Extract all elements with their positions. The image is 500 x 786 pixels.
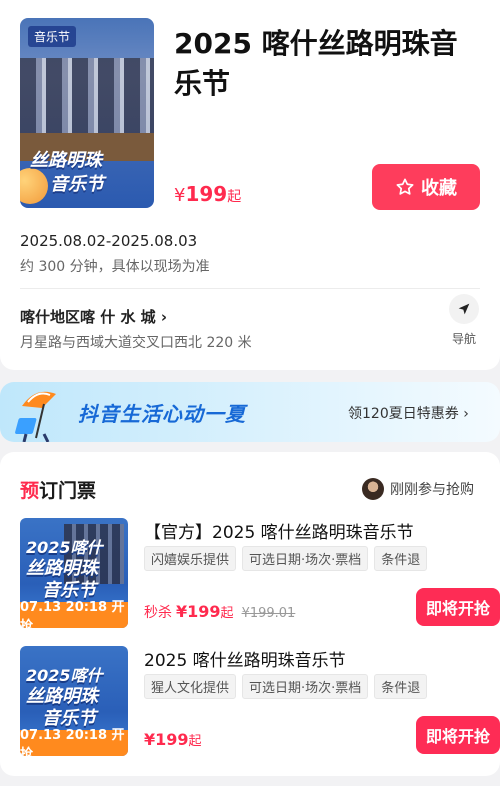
price-currency: ¥ bbox=[176, 602, 188, 621]
planet-icon bbox=[20, 168, 48, 204]
poster-artists bbox=[20, 58, 154, 138]
ticket-tag: 条件退 bbox=[374, 674, 428, 699]
section-title-rest: 订门票 bbox=[39, 480, 97, 502]
navigation-arrow-icon bbox=[449, 294, 479, 324]
event-date: 2025.08.02-2025.08.03 bbox=[20, 232, 198, 250]
ticket-price: ¥199起 bbox=[144, 730, 202, 749]
favorite-label: 收藏 bbox=[421, 178, 457, 199]
social-proof: 刚刚参与抢购 bbox=[362, 478, 474, 500]
ticket-tag: 可选日期·场次·票档 bbox=[242, 546, 369, 571]
ticket-tag: 条件退 bbox=[374, 546, 428, 571]
chevron-right-icon: › bbox=[463, 406, 469, 422]
buy-button[interactable]: 即将开抢 bbox=[416, 716, 500, 754]
ticket-name: 【官方】2025 喀什丝路明珠音乐节 bbox=[144, 523, 414, 543]
navigate-label: 导航 bbox=[451, 332, 476, 346]
promo-banner[interactable]: 抖音生活心动一夏 领120夏日特惠券 › bbox=[0, 382, 500, 442]
favorite-button[interactable]: 收藏 bbox=[372, 164, 480, 210]
beach-chair-icon bbox=[15, 391, 56, 442]
ticket-item[interactable]: 2025喀什 丝路明珠 音乐节 07.13 20:18 开抢 【官方】2025 … bbox=[20, 518, 500, 628]
star-icon bbox=[396, 178, 414, 195]
social-text: 刚刚参与抢购 bbox=[390, 482, 474, 498]
price-value: 199 bbox=[187, 602, 221, 621]
banner-title: 抖音生活心动一夏 bbox=[78, 402, 246, 426]
coupon-link[interactable]: 领120夏日特惠券 › bbox=[348, 403, 469, 423]
avatar bbox=[362, 478, 384, 500]
ticket-tag: 可选日期·场次·票档 bbox=[242, 674, 369, 699]
sale-time-badge: 07.13 20:18 开抢 bbox=[20, 728, 128, 756]
ticket-tag: 猩人文化提供 bbox=[144, 674, 237, 699]
poster-tag: 音乐节 bbox=[28, 26, 77, 47]
buy-button[interactable]: 即将开抢 bbox=[416, 588, 500, 626]
ticket-thumbnail: 2025喀什 丝路明珠 音乐节 07.13 20:18 开抢 bbox=[20, 646, 128, 756]
tickets-section: 预订门票 刚刚参与抢购 2025喀什 丝路明珠 音乐节 07.13 20:18 … bbox=[0, 452, 500, 776]
chevron-right-icon: › bbox=[160, 308, 168, 326]
price-currency: ¥ bbox=[174, 185, 186, 206]
coupon-link-label: 领120夏日特惠券 bbox=[348, 406, 459, 422]
price-suffix: 起 bbox=[220, 606, 234, 621]
price-value: 199 bbox=[155, 730, 189, 749]
event-duration: 约 300 分钟，具体以现场为准 bbox=[20, 259, 210, 275]
price-value: 199 bbox=[185, 182, 228, 206]
ticket-tags: 闪嬉娱乐提供 可选日期·场次·票档 条件退 bbox=[144, 546, 428, 571]
flash-sale-label: 秒杀 bbox=[144, 605, 172, 621]
event-price: ¥199起 bbox=[174, 182, 241, 206]
product-card: 音乐节 丝路明珠 音乐节 2025 喀什丝路明珠音乐节 ¥199起 收藏 202… bbox=[0, 0, 500, 370]
venue-name: 喀什地区喀 什 水 城 bbox=[20, 308, 156, 326]
price-suffix: 起 bbox=[188, 734, 202, 749]
section-title-first: 预 bbox=[20, 480, 40, 502]
section-title: 预订门票 bbox=[20, 476, 96, 503]
event-title: 2025 喀什丝路明珠音乐节 bbox=[174, 27, 458, 100]
ticket-name: 2025 喀什丝路明珠音乐节 bbox=[144, 651, 346, 671]
ticket-tags: 猩人文化提供 可选日期·场次·票档 条件退 bbox=[144, 674, 428, 699]
ticket-thumbnail: 2025喀什 丝路明珠 音乐节 07.13 20:18 开抢 bbox=[20, 518, 128, 628]
original-price: ¥199.01 bbox=[241, 606, 296, 621]
sale-time-badge: 07.13 20:18 开抢 bbox=[20, 600, 128, 628]
poster-title-line1: 丝路明珠 bbox=[30, 150, 102, 171]
venue-address: 月星路与西域大道交叉口西北 220 米 bbox=[20, 335, 252, 351]
ticket-item[interactable]: 2025喀什 丝路明珠 音乐节 07.13 20:18 开抢 2025 喀什丝路… bbox=[20, 646, 500, 756]
ticket-price: 秒杀 ¥199起 ¥199.01 bbox=[144, 602, 295, 622]
navigate-button[interactable]: 导航 bbox=[448, 294, 480, 347]
divider bbox=[20, 288, 480, 289]
event-poster[interactable]: 音乐节 丝路明珠 音乐节 bbox=[20, 18, 154, 208]
price-currency: ¥ bbox=[144, 730, 156, 749]
price-suffix: 起 bbox=[227, 189, 242, 205]
poster-title-line2: 音乐节 bbox=[50, 174, 104, 195]
venue-link[interactable]: 喀什地区喀 什 水 城 › bbox=[20, 306, 167, 327]
ticket-tag: 闪嬉娱乐提供 bbox=[144, 546, 237, 571]
